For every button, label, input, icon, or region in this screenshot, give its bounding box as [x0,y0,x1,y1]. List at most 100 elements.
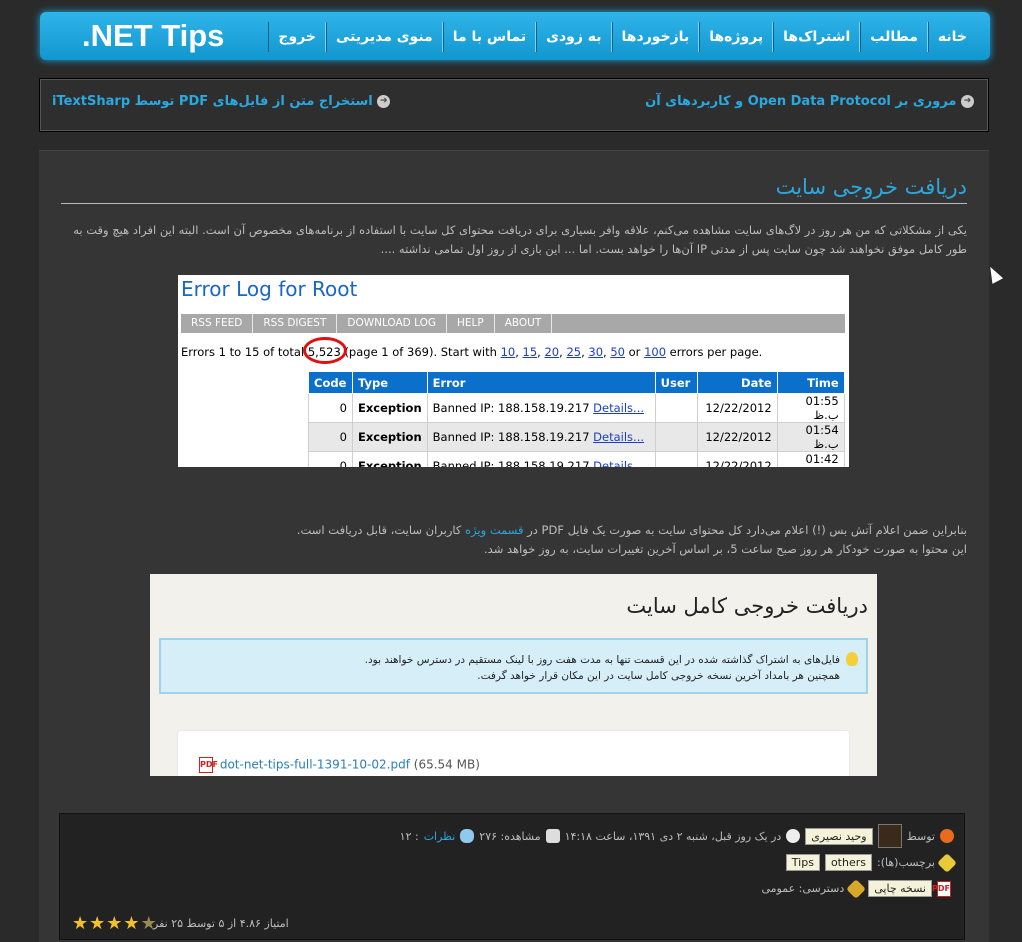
arrow-left-icon: ➔ [377,95,391,108]
site-logo[interactable]: .NET Tips [82,18,224,54]
rating-stars[interactable]: ★ ★ ★ ★ ★ [72,915,157,933]
avatar[interactable] [877,824,902,848]
menu-item-coming-soon[interactable]: به زودی [536,22,612,52]
cell-user [654,451,698,467]
tab-rss-digest: RSS DIGEST [253,314,338,333]
post-paragraph-2: بنابراین ضمن اعلام آتش بس (!) اعلام می‌د… [61,521,967,559]
post-content: دریافت خروجی سایت یکی از مشکلاتی که من ه… [39,150,989,942]
menu-item-shares[interactable]: اشتراک‌ها [773,22,861,52]
menu-item-contact[interactable]: تماس با ما [442,22,537,52]
post-title[interactable]: دریافت خروجی سایت [776,175,967,199]
meta-print-row: PDF نسخه چاپی دسترسی: عمومی [761,878,954,899]
special-section-link[interactable]: قسمت ویژه [465,523,523,537]
highlight-circle [303,337,347,364]
comments-link[interactable]: نظرات [424,830,456,843]
error-count-line: Errors 1 to 15 of total 5,523 (page 1 of… [181,345,763,359]
post-intro: یکی از مشکلاتی که من هر روز در لاگ‌های س… [73,223,967,256]
para2-before: بنابراین ضمن اعلام آتش بس (!) اعلام می‌د… [527,523,967,537]
star-icon[interactable]: ★ [106,915,122,933]
error-log-tabs: RSS FEED RSS DIGEST DOWNLOAD LOG HELP AB… [181,314,845,333]
col-date: Date [696,371,778,394]
pdf-icon: PDF [932,880,951,897]
next-post-label: مروری بر Open Data Protocol و کاربردهای … [645,94,957,109]
count-suffix: errors per page. [669,345,763,359]
page-size-30: 30 [588,345,604,359]
menu-item-admin[interactable]: منوی مدیریتی [326,22,443,52]
comment-icon [460,829,475,843]
print-version-button[interactable]: نسخه چاپی [868,880,932,897]
tab-about: ABOUT [495,314,553,333]
page-size-50: 50 [610,345,625,359]
cell-date: 12/22/2012 [696,393,778,423]
post-date: در یک روز قبل، شنبه ۲ دی ۱۳۹۱، ساعت ۱۴:۱… [564,829,782,843]
para3: این محتوا به صورت خودکار هر روز صبح ساعت… [484,542,967,556]
cell-time: 01:55 ب.ظ [776,393,845,423]
menu-item-feedback[interactable]: بازخوردها [611,22,700,52]
menu-item-home[interactable]: خانه [927,22,976,52]
meta-tags-row: برچسب(ها): others Tips [785,852,957,873]
cell-error: Banned IP: 188.158.19.217 Details... [426,393,656,423]
error-text: Banned IP: 188.158.19.217 [432,401,590,415]
top-navbar: .NET Tips خانه مطالب اشتراک‌ها پروژه‌ها … [40,12,990,60]
table-header-row: Code Type Error User Date Time [308,371,845,394]
tag-tips[interactable]: Tips [785,854,820,871]
cell-user [654,393,698,423]
error-log-title: Error Log for Root [181,277,358,301]
next-post-link[interactable]: ➔ مروری بر Open Data Protocol و کاربردها… [645,94,974,109]
col-code: Code [308,371,353,394]
cell-time: 01:54 ب.ظ [776,422,845,452]
author-name[interactable]: وحید نصیری [805,827,873,845]
tag-others[interactable]: others [824,854,872,871]
menu-item-projects[interactable]: پروژه‌ها [699,22,774,52]
cell-type: Exception [352,393,428,423]
menu-item-logout[interactable]: خروج [268,22,326,52]
views-icon [545,829,560,843]
table-row: 0 Exception Banned IP: 188.158.19.217 De… [308,451,845,467]
star-icon[interactable]: ★ [89,915,105,933]
file-entry: PDF dot-net-tips-full-1391-10-02.pdf (65… [199,757,480,773]
cell-type: Exception [352,451,428,467]
access-label: دسترسی: عمومی [761,882,845,895]
error-text: Banned IP: 188.158.19.217 [432,430,590,444]
view-count: مشاهده: ۲۷۶ [479,829,541,843]
main-menu: خانه مطالب اشتراک‌ها پروژه‌ها بازخوردها … [268,22,976,52]
rating-text: امتیاز ۴.۸۶ از ۵ توسط ۲۵ نفر [153,917,289,930]
tab-download-log: DOWNLOAD LOG [337,314,447,333]
count-prefix: Errors 1 to 15 of total [181,345,305,359]
pdf-icon: PDF [199,757,218,773]
error-table: Code Type Error User Date Time 0 Excepti… [308,371,845,467]
lightbulb-icon [846,652,858,666]
cell-code: 0 [308,422,353,452]
details-link: Details... [593,459,645,467]
meta-author-row: توسط وحید نصیری در یک روز قبل، شنبه ۲ دی… [400,824,954,848]
count-middle: (page 1 of 369). Start with [344,345,497,359]
arrow-right-icon: ➔ [961,95,974,108]
page-size-15: 15 [522,345,538,359]
clock-icon [786,829,801,843]
file-link: dot-net-tips-full-1391-10-02.pdf [219,757,410,772]
by-label: توسط [906,829,935,843]
firefox-icon [940,829,954,843]
tags-label: برچسب(ها): [877,856,935,869]
tag-icon [937,852,957,873]
prev-post-label: استخراج متن از فایل‌های PDF توسط iTextSh… [52,94,373,109]
page-size-100: 100 [644,345,667,359]
cell-date: 12/22/2012 [696,451,778,467]
details-link: Details... [593,430,645,444]
or-text: or [628,345,641,359]
details-link: Details... [593,401,645,415]
cell-code: 0 [308,393,353,423]
cell-time: 01:42 ب.ظ [776,451,845,467]
col-type: Type [352,371,428,394]
site-export-image: دریافت خروجی کامل سایت فایل‌های به اشترا… [150,574,877,776]
access-icon [846,878,867,899]
prev-post-link[interactable]: ➔ استخراج متن از فایل‌های PDF توسط iText… [52,94,391,109]
star-icon[interactable]: ★ [123,915,139,933]
table-row: 0 Exception Banned IP: 188.158.19.217 De… [308,422,845,452]
col-user: User [654,371,698,394]
star-icon[interactable]: ★ [72,915,88,933]
menu-item-posts[interactable]: مطالب [860,22,928,52]
col-time: Time [776,371,845,394]
cell-error: Banned IP: 188.158.19.217 Details... [426,422,656,452]
cell-error: Banned IP: 188.158.19.217 Details... [426,451,656,467]
